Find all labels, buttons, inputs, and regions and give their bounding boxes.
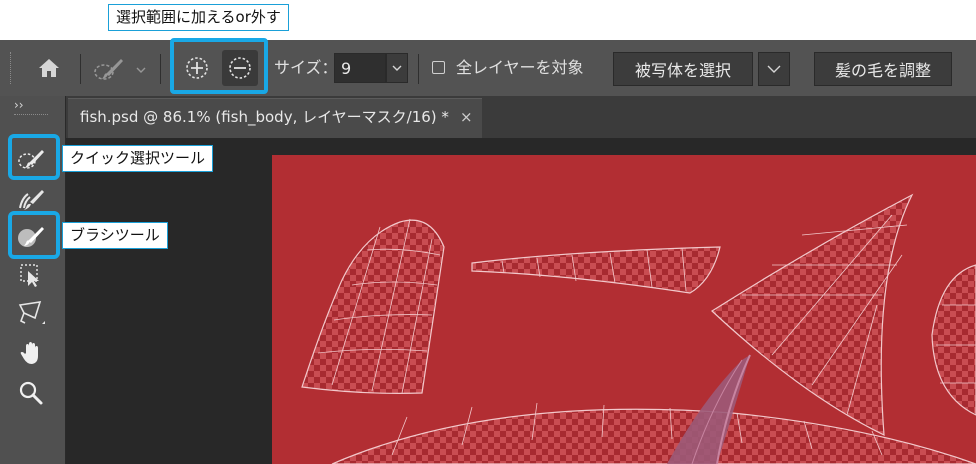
refine-edge-brush-tool[interactable] (14, 184, 48, 214)
zoom-tool[interactable] (14, 378, 48, 408)
select-subject-button[interactable]: 被写体を選択 (613, 52, 753, 86)
sample-all-layers-checkbox[interactable] (432, 61, 445, 74)
tool-preset-picker[interactable] (90, 54, 150, 84)
document-tab-title: fish.psd @ 86.1% (fish_body, レイヤーマスク/16)… (80, 108, 449, 126)
object-selection-tool[interactable] (14, 260, 48, 290)
options-bar-grip[interactable] (10, 52, 14, 84)
fin-thin (471, 246, 721, 294)
brush-size-dropdown[interactable] (386, 53, 408, 83)
sample-all-layers-label: 全レイヤーを対象 (456, 58, 584, 77)
add-subtract-highlight (170, 38, 268, 94)
fin-right (711, 193, 914, 436)
chevron-down-icon (392, 65, 402, 71)
options-bar: サイズ： 9 全レイヤーを対象 被写体を選択 髪の毛を調整 (0, 38, 976, 97)
document-tab-close-icon[interactable]: × (460, 110, 473, 125)
annotation-quick-selection: クイック選択ツール (62, 145, 214, 172)
object-selection-icon (20, 264, 39, 287)
chevron-down-icon (136, 67, 146, 73)
fin-left (301, 218, 445, 394)
polygonal-lasso-icon (18, 301, 45, 324)
brush-tool-highlight (8, 211, 60, 259)
toolbar-collapse-button[interactable]: ›› (14, 98, 24, 112)
lasso-tool[interactable] (14, 298, 48, 328)
annotation-brush: ブラシツール (62, 222, 168, 249)
toolbar-grip[interactable] (14, 114, 48, 118)
document-tab[interactable]: fish.psd @ 86.1% (fish_body, レイヤーマスク/16)… (68, 98, 482, 138)
document-canvas[interactable] (272, 155, 976, 464)
chevron-down-icon (767, 65, 781, 73)
quick-selection-icon (94, 59, 123, 80)
home-button[interactable] (36, 56, 62, 80)
select-subject-dropdown[interactable] (758, 52, 790, 86)
brush-size-field[interactable]: 9 (334, 53, 386, 83)
hand-icon (20, 342, 38, 364)
hand-tool[interactable] (14, 338, 48, 368)
brush-size-label: サイズ： (274, 58, 338, 77)
zoom-icon (19, 381, 43, 405)
refine-hair-button[interactable]: 髪の毛を調整 (814, 52, 952, 86)
annotation-add-subtract: 選択範囲に加えるor外す (108, 4, 289, 31)
brush-size-value: 9 (341, 58, 352, 78)
fin-edge (931, 264, 976, 416)
quick-selection-highlight (8, 134, 60, 180)
fish-texture-layer (301, 193, 976, 464)
home-icon (39, 59, 59, 77)
refine-brush-icon (19, 190, 44, 210)
tools-panel: ›› (0, 96, 66, 464)
